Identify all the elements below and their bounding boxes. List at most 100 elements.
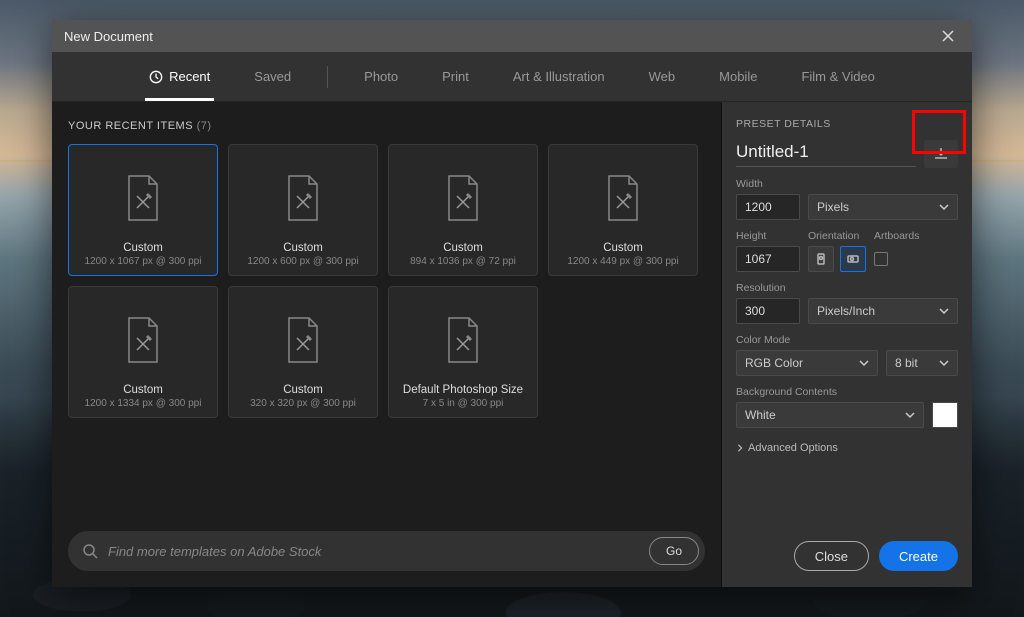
document-name-input[interactable]: Untitled-1 xyxy=(736,142,916,167)
portrait-icon xyxy=(814,252,828,266)
width-label: Width xyxy=(736,178,958,190)
background-color-swatch[interactable] xyxy=(932,402,958,428)
width-input[interactable]: 1200 xyxy=(736,194,800,220)
resolution-unit-select[interactable]: Pixels/Inch xyxy=(808,298,958,324)
preset-card[interactable]: Custom 1200 x 449 px @ 300 ppi xyxy=(548,144,698,276)
preset-name: Custom xyxy=(75,384,211,396)
tab-label: Print xyxy=(442,69,469,84)
clock-icon xyxy=(149,70,163,84)
preset-dims: 1200 x 600 px @ 300 ppi xyxy=(247,256,358,267)
background-select[interactable]: White xyxy=(736,402,924,428)
close-icon[interactable] xyxy=(936,24,960,48)
document-icon xyxy=(123,301,163,378)
preset-card[interactable]: Default Photoshop Size 7 x 5 in @ 300 ppi xyxy=(388,286,538,418)
download-icon xyxy=(933,147,949,161)
preset-details-panel: PRESET DETAILS Untitled-1 Width 1200 Pix… xyxy=(722,102,972,587)
preset-name: Custom xyxy=(235,384,371,396)
tab-mobile[interactable]: Mobile xyxy=(701,53,775,101)
advanced-label: Advanced Options xyxy=(748,442,838,454)
preset-dims: 1200 x 449 px @ 300 ppi xyxy=(567,256,678,267)
stock-search[interactable]: Find more templates on Adobe Stock Go xyxy=(68,531,705,571)
preset-dims: 7 x 5 in @ 300 ppi xyxy=(423,398,504,409)
new-document-dialog: New Document Recent Saved Photo Print Ar… xyxy=(52,20,972,587)
preset-name: Custom xyxy=(555,242,691,254)
tab-saved[interactable]: Saved xyxy=(236,53,309,101)
tab-separator xyxy=(327,66,328,88)
select-value: 8 bit xyxy=(895,356,918,370)
search-placeholder: Find more templates on Adobe Stock xyxy=(108,544,639,559)
tab-label: Saved xyxy=(254,69,291,84)
preset-name: Default Photoshop Size xyxy=(395,384,531,396)
tab-label: Film & Video xyxy=(801,69,874,84)
height-input[interactable]: 1067 xyxy=(736,246,800,272)
chevron-down-icon xyxy=(859,358,869,368)
dialog-title: New Document xyxy=(64,29,153,44)
tab-photo[interactable]: Photo xyxy=(346,53,416,101)
artboards-checkbox[interactable] xyxy=(874,252,888,266)
document-icon xyxy=(283,159,323,236)
recent-header-text: YOUR RECENT ITEMS xyxy=(68,120,193,132)
preset-name: Custom xyxy=(395,242,531,254)
preset-header: PRESET DETAILS xyxy=(736,118,958,130)
tab-print[interactable]: Print xyxy=(424,53,487,101)
color-mode-label: Color Mode xyxy=(736,334,958,346)
chevron-down-icon xyxy=(905,410,915,420)
select-value: Pixels xyxy=(817,200,849,214)
orientation-label: Orientation xyxy=(808,230,866,242)
tab-web[interactable]: Web xyxy=(631,53,694,101)
tab-label: Mobile xyxy=(719,69,757,84)
document-icon xyxy=(603,159,643,236)
background-label: Background Contents xyxy=(736,386,958,398)
chevron-down-icon xyxy=(939,306,949,316)
resolution-input[interactable]: 300 xyxy=(736,298,800,324)
category-tabs: Recent Saved Photo Print Art & Illustrat… xyxy=(52,52,972,102)
recent-header: YOUR RECENT ITEMS (7) xyxy=(68,120,705,132)
select-value: Pixels/Inch xyxy=(817,304,875,318)
document-icon xyxy=(123,159,163,236)
preset-card[interactable]: Custom1200 x 1067 px @ 300 ppi xyxy=(68,144,218,276)
select-value: RGB Color xyxy=(745,356,803,370)
tab-label: Art & Illustration xyxy=(513,69,605,84)
height-label: Height xyxy=(736,230,800,242)
resolution-label: Resolution xyxy=(736,282,958,294)
tab-label: Recent xyxy=(169,69,210,84)
document-icon xyxy=(283,301,323,378)
color-depth-select[interactable]: 8 bit xyxy=(886,350,958,376)
orientation-landscape[interactable] xyxy=(840,246,866,272)
select-value: White xyxy=(745,408,776,422)
preset-dims: 320 x 320 px @ 300 ppi xyxy=(250,398,356,409)
chevron-down-icon xyxy=(939,358,949,368)
chevron-down-icon xyxy=(939,202,949,212)
tab-recent[interactable]: Recent xyxy=(131,53,228,101)
recent-panel: YOUR RECENT ITEMS (7) Custom1200 x 1067 … xyxy=(52,102,722,587)
advanced-options-toggle[interactable]: Advanced Options xyxy=(736,442,958,454)
titlebar: New Document xyxy=(52,20,972,52)
preset-card[interactable]: Custom 894 x 1036 px @ 72 ppi xyxy=(388,144,538,276)
tab-art[interactable]: Art & Illustration xyxy=(495,53,623,101)
preset-card[interactable]: Custom 320 x 320 px @ 300 ppi xyxy=(228,286,378,418)
orientation-portrait[interactable] xyxy=(808,246,834,272)
preset-card[interactable]: Custom 1200 x 600 px @ 300 ppi xyxy=(228,144,378,276)
tab-label: Photo xyxy=(364,69,398,84)
chevron-right-icon xyxy=(736,444,744,452)
create-button[interactable]: Create xyxy=(879,541,958,571)
preset-dims: 894 x 1036 px @ 72 ppi xyxy=(410,256,516,267)
landscape-icon xyxy=(846,252,860,266)
width-unit-select[interactable]: Pixels xyxy=(808,194,958,220)
search-icon xyxy=(82,543,98,559)
tab-label: Web xyxy=(649,69,676,84)
save-preset-button[interactable] xyxy=(924,140,958,168)
preset-grid: Custom1200 x 1067 px @ 300 ppiCustom1200… xyxy=(68,144,705,418)
document-icon xyxy=(443,301,483,378)
preset-card[interactable]: Custom 1200 x 1334 px @ 300 ppi xyxy=(68,286,218,418)
color-mode-select[interactable]: RGB Color xyxy=(736,350,878,376)
document-icon xyxy=(443,159,483,236)
artboards-label: Artboards xyxy=(874,230,920,242)
preset-dims: 1200 x 1334 px @ 300 ppi xyxy=(85,398,202,409)
tab-film[interactable]: Film & Video xyxy=(783,53,892,101)
preset-name: Custom xyxy=(235,242,371,254)
close-button[interactable]: Close xyxy=(794,541,869,571)
recent-count: (7) xyxy=(197,120,212,132)
go-button[interactable]: Go xyxy=(649,537,699,565)
preset-name: Custom xyxy=(75,242,211,254)
